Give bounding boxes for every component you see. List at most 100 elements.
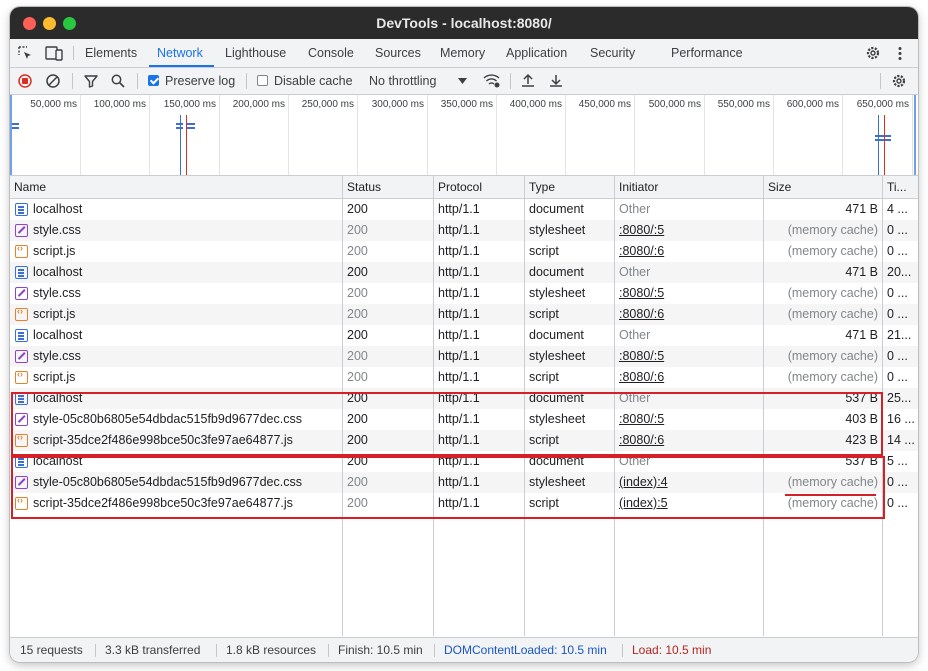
- disable-cache-checkbox[interactable]: [257, 75, 268, 86]
- request-initiator[interactable]: :8080/:6: [619, 367, 763, 388]
- overview-tick-label: 400,000 ms: [509, 99, 562, 110]
- request-size: (memory cache): [787, 244, 878, 258]
- column-header-type[interactable]: Type: [525, 176, 614, 198]
- throttling-select[interactable]: No throttling: [369, 68, 436, 94]
- inspect-element-icon[interactable]: [18, 46, 33, 61]
- request-time: 20...: [887, 265, 912, 279]
- disable-cache-label[interactable]: Disable cache: [274, 68, 353, 94]
- title-bar: DevTools - localhost:8080/: [10, 7, 918, 39]
- request-status: 200: [347, 223, 368, 237]
- table-row[interactable]: script.js 200 http/1.1 script:8080/:6 (memor…: [10, 367, 918, 388]
- request-type: script: [529, 244, 559, 258]
- request-protocol: http/1.1: [438, 328, 480, 342]
- overview-tick-label: 150,000 ms: [163, 99, 216, 110]
- highlight-box-cached-requests: [11, 456, 885, 519]
- tab-sources[interactable]: Sources: [375, 39, 421, 67]
- tab-application[interactable]: Application: [506, 39, 567, 67]
- tab-performance[interactable]: Performance: [671, 39, 743, 67]
- request-protocol: http/1.1: [438, 244, 480, 258]
- overview-tick-label: 550,000 ms: [717, 99, 770, 110]
- export-har-icon[interactable]: [549, 73, 563, 88]
- request-count: 15 requests: [20, 643, 83, 657]
- table-row[interactable]: script.js 200 http/1.1 script:8080/:6 (memor…: [10, 241, 918, 262]
- preserve-log-checkbox[interactable]: [148, 75, 159, 86]
- request-time: 5 ...: [887, 454, 908, 468]
- request-status: 200: [347, 349, 368, 363]
- column-header-size[interactable]: Size: [764, 176, 882, 198]
- request-initiator[interactable]: :8080/:5: [619, 283, 763, 304]
- device-toolbar-icon[interactable]: [45, 46, 63, 61]
- request-status: 200: [347, 265, 368, 279]
- tab-security[interactable]: Security: [590, 39, 635, 67]
- table-row[interactable]: localhost 200 http/1.1 document Other 471 B 21…: [10, 325, 918, 346]
- overview-request-bar: [12, 123, 19, 125]
- overview-tick-label: 500,000 ms: [648, 99, 701, 110]
- table-row[interactable]: style.css 200 http/1.1 stylesheet:8080/:5 (m…: [10, 283, 918, 304]
- overview-tick-label: 50,000 ms: [30, 99, 77, 110]
- overview-tick-label: 100,000 ms: [93, 99, 146, 110]
- request-time: 0 ...: [887, 496, 908, 510]
- request-protocol: http/1.1: [438, 223, 480, 237]
- overview-tick-label: 350,000 ms: [440, 99, 493, 110]
- overview-right-handle[interactable]: [914, 95, 916, 175]
- request-time: 0 ...: [887, 475, 908, 489]
- request-name[interactable]: style.css: [33, 220, 338, 241]
- kebab-menu-icon[interactable]: [897, 46, 903, 61]
- status-separator: [328, 644, 329, 657]
- request-name[interactable]: localhost: [33, 262, 338, 283]
- gear-icon[interactable]: [865, 45, 881, 61]
- column-header-initiator[interactable]: Initiator: [615, 176, 763, 198]
- table-row[interactable]: localhost 200 http/1.1 document Other 471 B 4 …: [10, 199, 918, 220]
- table-row[interactable]: style.css 200 http/1.1 stylesheet:8080/:5 (m…: [10, 220, 918, 241]
- request-status: 200: [347, 286, 368, 300]
- request-type: stylesheet: [529, 286, 586, 300]
- tab-elements[interactable]: Elements: [85, 39, 137, 67]
- network-overview-timeline[interactable]: 50,000 ms 100,000 ms 150,000 ms 200,000 ms 2…: [10, 95, 918, 176]
- search-icon[interactable]: [111, 74, 125, 88]
- tab-network[interactable]: Network: [157, 39, 203, 67]
- tab-memory[interactable]: Memory: [440, 39, 485, 67]
- request-name[interactable]: script.js: [33, 241, 338, 262]
- finish-time: Finish: 10.5 min: [338, 643, 423, 657]
- toolbar-separator: [246, 73, 247, 89]
- toolbar-separator: [137, 73, 138, 89]
- status-separator: [95, 644, 96, 657]
- tab-lighthouse[interactable]: Lighthouse: [225, 39, 286, 67]
- request-time: 0 ...: [887, 307, 908, 321]
- preserve-log-label[interactable]: Preserve log: [165, 68, 235, 94]
- table-row[interactable]: style.css 200 http/1.1 stylesheet:8080/:5 (m…: [10, 346, 918, 367]
- request-time: 25...: [887, 391, 912, 405]
- request-type: stylesheet: [529, 223, 586, 237]
- request-initiator[interactable]: :8080/:5: [619, 220, 763, 241]
- request-type: script: [529, 370, 559, 384]
- network-conditions-icon[interactable]: [483, 73, 500, 88]
- tab-console[interactable]: Console: [308, 39, 354, 67]
- request-time: 4 ...: [887, 202, 908, 216]
- request-type: document: [529, 328, 584, 342]
- column-header-status[interactable]: Status: [343, 176, 433, 198]
- request-name[interactable]: localhost: [33, 199, 338, 220]
- request-name[interactable]: script.js: [33, 367, 338, 388]
- request-name[interactable]: style.css: [33, 283, 338, 304]
- request-initiator: Other: [619, 328, 651, 342]
- column-header-time[interactable]: Ti...: [883, 176, 918, 198]
- column-header-protocol[interactable]: Protocol: [434, 176, 524, 198]
- clear-icon[interactable]: [46, 74, 60, 88]
- table-row[interactable]: localhost 200 http/1.1 document Other 471 B 20…: [10, 262, 918, 283]
- chevron-down-icon[interactable]: [458, 78, 467, 84]
- request-initiator[interactable]: :8080/:5: [619, 346, 763, 367]
- request-name[interactable]: script.js: [33, 304, 338, 325]
- request-status: 200: [347, 328, 368, 342]
- table-row[interactable]: script.js 200 http/1.1 script:8080/:6 (memor…: [10, 304, 918, 325]
- request-initiator[interactable]: :8080/:6: [619, 241, 763, 262]
- request-name[interactable]: localhost: [33, 325, 338, 346]
- request-time: 0 ...: [887, 223, 908, 237]
- column-header-name[interactable]: Name: [10, 176, 342, 198]
- request-initiator[interactable]: :8080/:6: [619, 304, 763, 325]
- filter-icon[interactable]: [84, 74, 98, 88]
- script-icon: [15, 243, 28, 258]
- stop-recording-icon[interactable]: [18, 74, 32, 88]
- request-name[interactable]: style.css: [33, 346, 338, 367]
- import-har-icon[interactable]: [521, 73, 535, 88]
- network-settings-gear-icon[interactable]: [891, 73, 907, 89]
